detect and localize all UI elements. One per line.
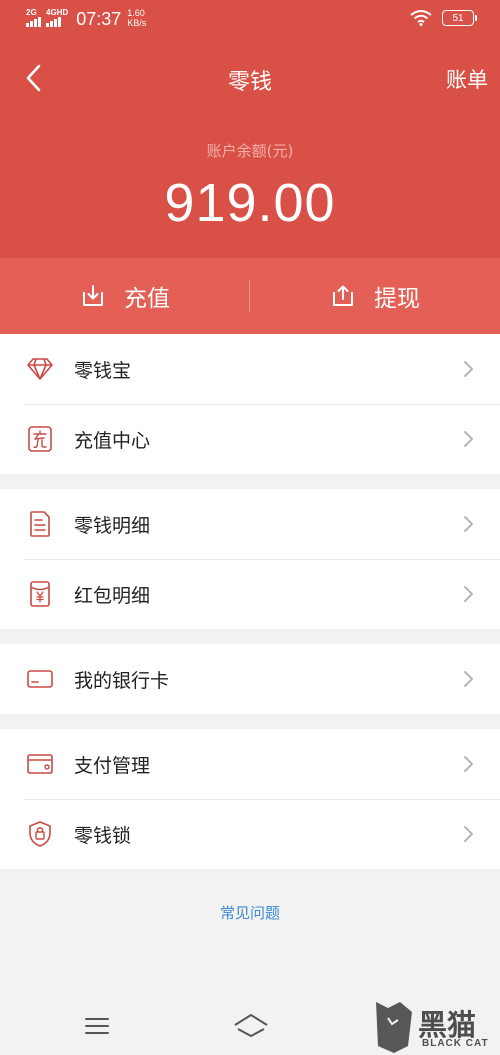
chevron-right-icon <box>464 516 473 532</box>
menu-item-change-lock[interactable]: 零钱锁 <box>0 799 500 869</box>
bank-card-icon <box>26 665 54 693</box>
battery-icon: 51 <box>442 10 477 26</box>
watermark: 黑猫 BLACK CAT <box>372 998 500 1055</box>
menu-item-label: 红包明细 <box>74 584 151 607</box>
balance-label: 账户余额(元) <box>206 142 294 160</box>
wallet-icon <box>26 750 54 778</box>
speed-value: 1.60 <box>127 8 145 18</box>
chevron-right-icon <box>464 361 473 377</box>
black-cat-logo-icon <box>376 1002 412 1053</box>
menu-item-red-packet-details[interactable]: 红包明细 <box>0 559 500 629</box>
faq-link[interactable]: 常见问题 <box>0 902 500 923</box>
action-bar: 充值 提现 <box>0 258 500 334</box>
balance-amount: 919.00 <box>164 173 336 233</box>
page-title: 零钱 <box>227 70 272 95</box>
withdraw-label: 提现 <box>374 286 420 312</box>
diamond-icon <box>26 355 54 383</box>
menu-item-recharge-center[interactable]: 充值中心 <box>0 404 500 474</box>
menu-group-4: 支付管理 零钱锁 <box>0 729 500 869</box>
chevron-right-icon <box>464 826 473 842</box>
home-icon[interactable] <box>232 1012 270 1040</box>
recharge-center-icon <box>26 425 54 453</box>
menu-item-change-details[interactable]: 零钱明细 <box>0 489 500 559</box>
network-label-2: 4GHD <box>46 8 69 17</box>
withdraw-button[interactable]: 提现 <box>250 258 500 334</box>
signal-bars-icon <box>26 17 42 27</box>
red-packet-icon <box>26 580 54 608</box>
status-bar: 2G 4GHD 07:37 1.60 KB/s 51 <box>0 0 500 40</box>
signal-2g: 2G <box>26 8 42 27</box>
chevron-right-icon <box>464 431 473 447</box>
speed-unit: KB/s <box>127 18 147 28</box>
signal-bars-icon <box>46 17 62 27</box>
nav-bar: 零钱 账单 <box>0 52 500 104</box>
withdraw-icon <box>333 285 353 306</box>
recharge-button[interactable]: 充值 <box>0 258 250 334</box>
menu-item-label: 零钱明细 <box>74 514 151 537</box>
recharge-label: 充值 <box>124 286 170 312</box>
bill-button[interactable]: 账单 <box>446 64 488 94</box>
chevron-right-icon <box>464 586 473 602</box>
menu-group-1: 零钱宝 充值中心 <box>0 334 500 474</box>
menu-item-label: 我的银行卡 <box>74 669 170 692</box>
menu-item-bank-card[interactable]: 我的银行卡 <box>0 644 500 714</box>
wifi-icon <box>410 10 432 26</box>
signal-4g: 4GHD <box>46 8 68 27</box>
menu-item-lingqianbao[interactable]: 零钱宝 <box>0 334 500 404</box>
recharge-icon <box>83 285 103 306</box>
menu-item-label: 零钱锁 <box>74 824 132 847</box>
battery-level: 51 <box>452 12 464 24</box>
menu-item-label: 支付管理 <box>74 754 151 777</box>
menu-icon[interactable] <box>84 1016 110 1036</box>
chevron-right-icon <box>464 756 473 772</box>
action-divider <box>249 280 250 312</box>
document-icon <box>26 510 54 538</box>
clock: 07:37 <box>76 9 122 29</box>
menu-item-label: 充值中心 <box>74 429 151 452</box>
menu-group-3: 我的银行卡 <box>0 644 500 714</box>
network-label-1: 2G <box>26 8 37 17</box>
lock-shield-icon <box>26 820 54 848</box>
menu-group-2: 零钱明细 红包明细 <box>0 489 500 629</box>
chevron-right-icon <box>464 671 473 687</box>
menu-item-payment-management[interactable]: 支付管理 <box>0 729 500 799</box>
menu-item-label: 零钱宝 <box>74 359 132 382</box>
network-speed: 1.60 KB/s <box>127 8 146 28</box>
watermark-subtext: BLACK CAT <box>422 1038 489 1049</box>
header: 2G 4GHD 07:37 1.60 KB/s 51 零钱 账单 账户余额(元)… <box>0 0 500 258</box>
